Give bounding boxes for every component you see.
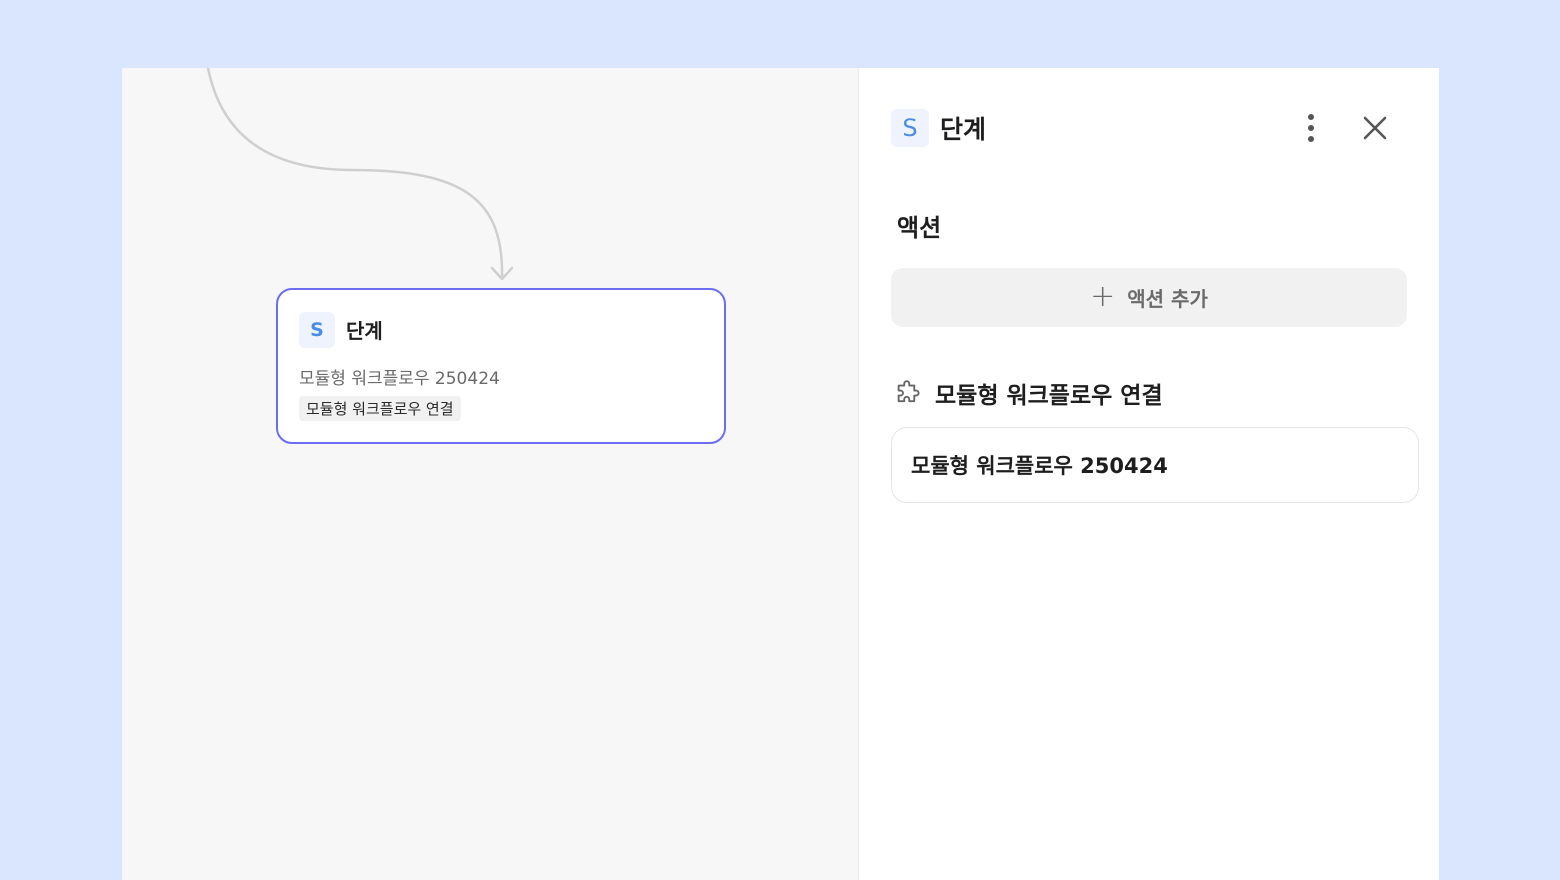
add-action-label: 액션 추가 <box>1127 287 1208 311</box>
module-section-title: 모듈형 워크플로우 연결 <box>935 383 1163 409</box>
step-badge-icon: S <box>299 312 335 348</box>
plus-icon: + <box>1090 278 1116 314</box>
puzzle-icon <box>897 380 920 403</box>
connector-edge <box>206 68 514 281</box>
node-title: 단계 <box>346 319 383 343</box>
more-vertical-icon <box>1308 114 1314 142</box>
panel-title: 단계 <box>940 115 987 144</box>
actions-section-title: 액션 <box>897 214 942 242</box>
module-workflow-field[interactable]: 모듈형 워크플로우 250424 <box>891 427 1419 503</box>
more-options-button[interactable] <box>1297 110 1325 146</box>
step-node[interactable]: S 단계 모듈형 워크플로우 250424 모듈형 워크플로우 연결 <box>276 288 726 444</box>
module-workflow-value: 모듈형 워크플로우 250424 <box>911 454 1168 478</box>
step-detail-panel: S 단계 액션 + 액션 추가 모듈형 워크플로우 연결 모듈형 워크플로우 2… <box>858 68 1439 880</box>
node-tag: 모듈형 워크플로우 연결 <box>299 396 461 421</box>
add-action-button[interactable]: + 액션 추가 <box>891 268 1407 327</box>
workflow-canvas[interactable]: S 단계 모듈형 워크플로우 250424 모듈형 워크플로우 연결 <box>122 68 858 880</box>
module-section-heading: 모듈형 워크플로우 연결 <box>893 376 1163 410</box>
close-icon <box>1363 116 1387 140</box>
workflow-editor: S 단계 모듈형 워크플로우 250424 모듈형 워크플로우 연결 S 단계 <box>122 68 1439 880</box>
close-button[interactable] <box>1359 112 1391 144</box>
node-description: 모듈형 워크플로우 250424 <box>299 369 500 389</box>
step-badge-icon: S <box>891 109 929 147</box>
